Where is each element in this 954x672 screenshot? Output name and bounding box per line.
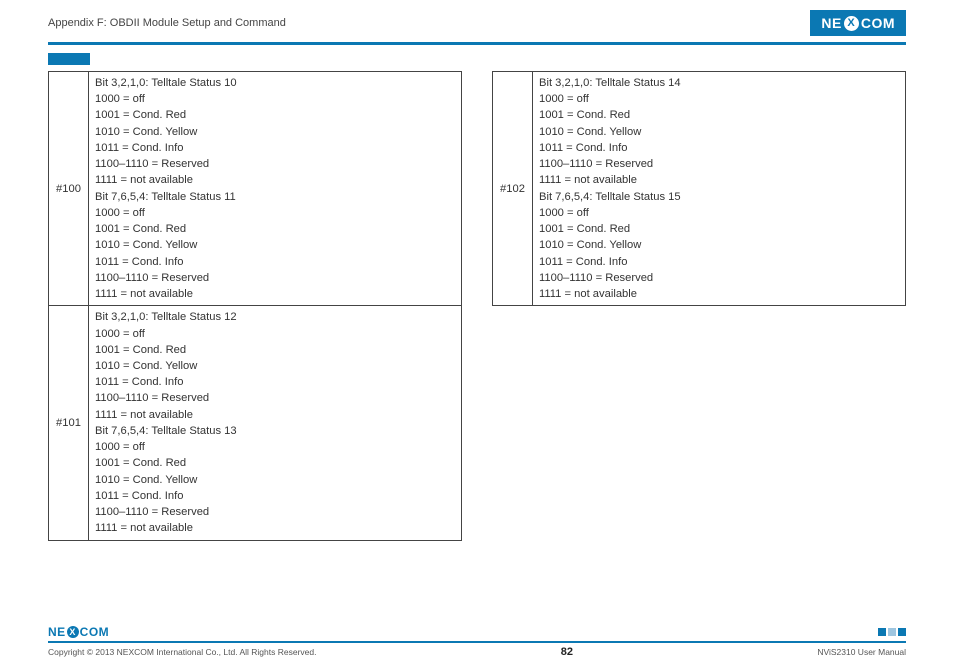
- row-id: #100: [49, 72, 89, 306]
- table-row: #100 Bit 3,2,1,0: Telltale Status 10 100…: [49, 72, 462, 306]
- logo-part-left: NE: [821, 15, 841, 31]
- header-divider: [48, 42, 906, 45]
- row-id: #102: [493, 72, 533, 306]
- nexcom-logo: NE X COM: [810, 10, 906, 36]
- table-row: #101 Bit 3,2,1,0: Telltale Status 12 100…: [49, 306, 462, 540]
- logo-x-icon: X: [844, 16, 859, 31]
- manual-name: NViS2310 User Manual: [817, 647, 906, 657]
- right-column: #102 Bit 3,2,1,0: Telltale Status 14 100…: [492, 71, 906, 541]
- footer-logo-right: COM: [80, 625, 110, 639]
- page-footer: NE X COM Copyright © 2013 NEXCOM Interna…: [48, 625, 906, 658]
- row-id: #101: [49, 306, 89, 540]
- status-table-right: #102 Bit 3,2,1,0: Telltale Status 14 100…: [492, 71, 906, 306]
- copyright-text: Copyright © 2013 NEXCOM International Co…: [48, 647, 316, 657]
- square-icon: [888, 628, 896, 636]
- row-content: Bit 3,2,1,0: Telltale Status 10 1000 = o…: [89, 72, 462, 306]
- footer-logo-left: NE: [48, 625, 66, 639]
- page-number: 82: [561, 646, 573, 658]
- footer-logo: NE X COM: [48, 625, 109, 639]
- square-icon: [878, 628, 886, 636]
- square-icon: [898, 628, 906, 636]
- footer-bottom: Copyright © 2013 NEXCOM International Co…: [48, 643, 906, 658]
- page-header: Appendix F: OBDII Module Setup and Comma…: [0, 0, 954, 38]
- section-tab: [48, 53, 90, 65]
- logo-container: NE X COM: [810, 10, 906, 36]
- table-row: #102 Bit 3,2,1,0: Telltale Status 14 100…: [493, 72, 906, 306]
- footer-top: NE X COM: [48, 625, 906, 643]
- divider-row: [0, 42, 954, 65]
- footer-squares-icon: [878, 628, 906, 636]
- status-table-left: #100 Bit 3,2,1,0: Telltale Status 10 100…: [48, 71, 462, 541]
- appendix-title: Appendix F: OBDII Module Setup and Comma…: [48, 17, 286, 29]
- footer-logo-x-icon: X: [67, 626, 79, 638]
- left-column: #100 Bit 3,2,1,0: Telltale Status 10 100…: [48, 71, 462, 541]
- main-content: #100 Bit 3,2,1,0: Telltale Status 10 100…: [0, 71, 954, 541]
- row-content: Bit 3,2,1,0: Telltale Status 12 1000 = o…: [89, 306, 462, 540]
- logo-part-right: COM: [861, 15, 895, 31]
- row-content: Bit 3,2,1,0: Telltale Status 14 1000 = o…: [533, 72, 906, 306]
